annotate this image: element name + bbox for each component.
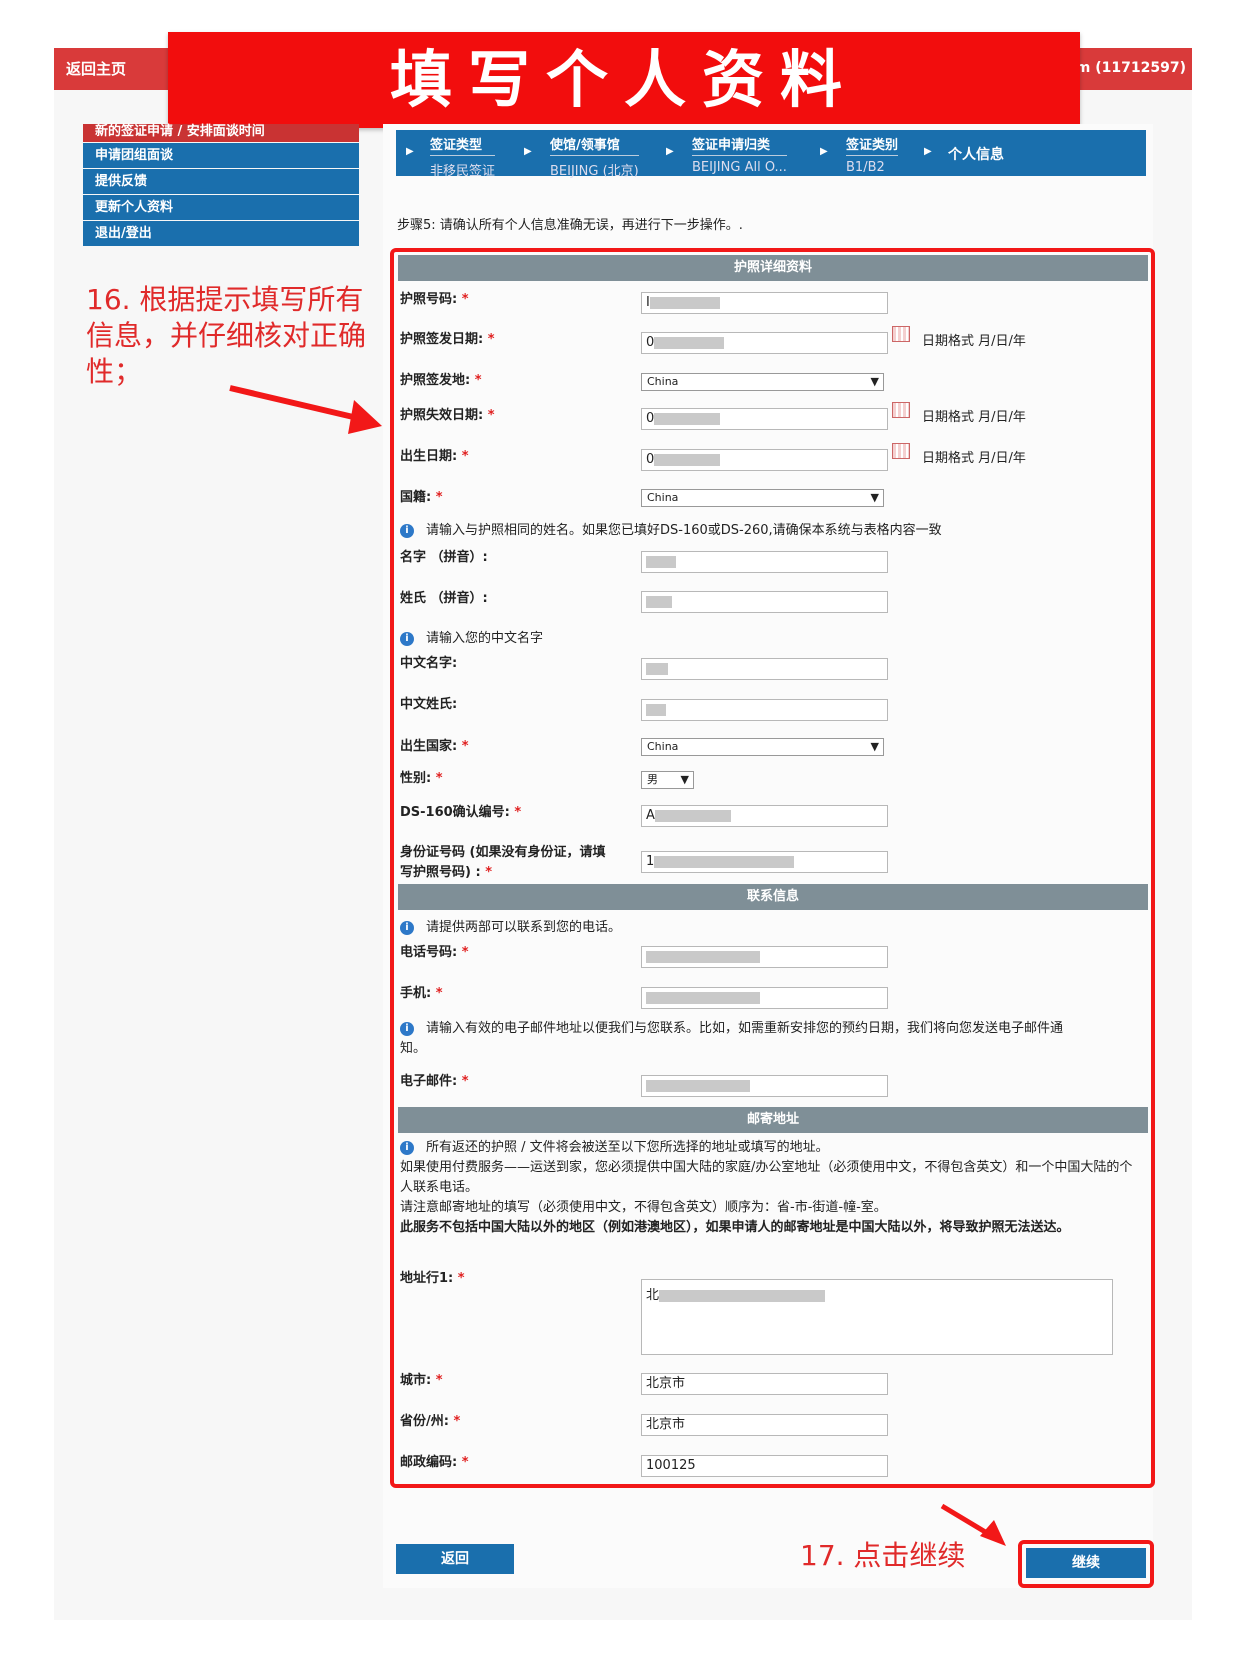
section-header-contact: 联系信息: [398, 884, 1148, 910]
nationality-label: 国籍: *: [400, 490, 443, 505]
breadcrumb-visa-class[interactable]: 签证类别 B1/B2: [846, 134, 899, 175]
passport-number-input[interactable]: I: [641, 292, 888, 314]
breadcrumb-consulate[interactable]: 使馆/领事馆 BEIJING (北京): [550, 134, 639, 179]
section-header-mailing: 邮寄地址: [398, 1107, 1148, 1133]
mailing-notes: i 所有返还的护照 / 文件将会被送至以下您所选择的地址或填写的地址。 如果使用付…: [400, 1140, 1133, 1235]
surname-label: 姓氏 （拼音）:: [400, 591, 488, 606]
section-header-passport: 护照详细资料: [398, 255, 1148, 281]
email-info: i 请输入有效的电子邮件地址以便我们与您联系。比如，如需重新安排您的预约日期，我们…: [400, 1021, 1064, 1056]
chevron-right-icon: ▶: [924, 146, 932, 157]
breadcrumb-category[interactable]: 签证申请归类 BEIJING All O...: [692, 134, 787, 175]
nav-logout[interactable]: 退出/登出: [83, 221, 359, 246]
birth-country-label: 出生国家: *: [400, 739, 469, 754]
birth-country-select[interactable]: China ▼: [641, 738, 884, 756]
id-number-label: 身份证号码 (如果没有身份证，请填 写护照号码) : *: [400, 845, 606, 880]
ds160-label: DS-160确认编号: *: [400, 805, 522, 820]
date-format-hint: 日期格式 月/日/年: [922, 334, 1026, 349]
birth-date-label: 出生日期: *: [400, 449, 469, 464]
mobile-label: 手机: *: [400, 986, 443, 1001]
info-icon: i: [400, 631, 414, 646]
city-input[interactable]: 北京市: [641, 1373, 888, 1395]
continue-button[interactable]: 继续: [1026, 1548, 1146, 1578]
info-icon: i: [400, 1021, 414, 1036]
chevron-right-icon: ▶: [666, 146, 674, 157]
province-label: 省份/州: *: [400, 1414, 461, 1429]
step-instruction: 步骤5: 请确认所有个人信息准确无误，再进行下一步操作。.: [397, 218, 743, 233]
issue-date-input[interactable]: 0: [641, 332, 888, 354]
annotation-arrow-icon: [229, 385, 382, 434]
mobile-input[interactable]: [641, 987, 888, 1009]
province-input[interactable]: 北京市: [641, 1414, 888, 1436]
nav-group-interview[interactable]: 申请团组面谈: [83, 143, 359, 168]
nationality-select[interactable]: China ▼: [641, 489, 884, 507]
chevron-down-icon: ▼: [680, 773, 689, 786]
info-icon: i: [400, 920, 414, 935]
gender-label: 性别: *: [400, 771, 443, 786]
nav-feedback[interactable]: 提供反馈: [83, 169, 359, 194]
issue-place-label: 护照签发地: *: [400, 373, 482, 388]
ds160-input[interactable]: A: [641, 805, 888, 827]
expiry-date-label: 护照失效日期: *: [400, 408, 495, 423]
email-label: 电子邮件: *: [400, 1074, 469, 1089]
city-label: 城市: *: [400, 1373, 443, 1388]
zip-input[interactable]: 100125: [641, 1455, 888, 1477]
expiry-date-input[interactable]: 0: [641, 408, 888, 430]
chinese-name-info: i 请输入您的中文名字: [400, 627, 543, 646]
chinese-given-name-input[interactable]: [641, 658, 888, 680]
phone-input[interactable]: [641, 946, 888, 968]
given-name-input[interactable]: [641, 551, 888, 573]
phone-info: i 请提供两部可以联系到您的电话。: [400, 916, 621, 935]
passport-number-label: 护照号码: *: [400, 292, 469, 307]
chevron-down-icon: ▼: [870, 491, 879, 504]
breadcrumb: ▶ 签证类型 非移民签证 ▶ 使馆/领事馆 BEIJING (北京) ▶ 签证申…: [396, 130, 1146, 179]
annotation-16: 16. 根据提示填写所有信息，并仔细核对正确性；: [86, 283, 367, 388]
phone-label: 电话号码: *: [400, 945, 469, 960]
issue-date-label: 护照签发日期: *: [400, 332, 495, 347]
breadcrumb-personal-info: 个人信息: [948, 147, 1004, 163]
home-link[interactable]: 返回主页: [66, 58, 126, 79]
given-name-label: 名字 （拼音）:: [400, 550, 488, 565]
nav-update-profile[interactable]: 更新个人资料: [83, 195, 359, 220]
date-format-hint: 日期格式 月/日/年: [922, 451, 1026, 466]
info-icon: i: [400, 1140, 414, 1155]
name-info: i 请输入与护照相同的姓名。如果您已填好DS-160或DS-260,请确保本系统与…: [400, 519, 942, 538]
chevron-right-icon: ▶: [524, 146, 532, 157]
issue-place-select[interactable]: China ▼: [641, 373, 884, 391]
calendar-icon[interactable]: [892, 443, 910, 459]
address-label: 地址行1: *: [400, 1271, 465, 1286]
date-format-hint: 日期格式 月/日/年: [922, 410, 1026, 425]
breadcrumb-visa-type[interactable]: 签证类型 非移民签证: [430, 134, 496, 179]
id-number-input[interactable]: 1: [641, 851, 888, 873]
surname-input[interactable]: [641, 591, 888, 613]
gender-select[interactable]: 男 ▼: [641, 771, 694, 789]
title-banner: 填写个人资料: [168, 32, 1080, 128]
zip-label: 邮政编码: *: [400, 1455, 469, 1470]
birth-date-input[interactable]: 0: [641, 449, 888, 471]
chevron-right-icon: ▶: [406, 146, 414, 157]
chevron-down-icon: ▼: [870, 740, 879, 753]
email-input[interactable]: [641, 1075, 888, 1097]
chinese-given-name-label: 中文名字:: [400, 656, 458, 671]
chinese-surname-input[interactable]: [641, 699, 888, 721]
back-button[interactable]: 返回: [396, 1544, 514, 1574]
nav-new-application[interactable]: 新的签证申请 / 安排面谈时间: [83, 124, 359, 142]
chinese-surname-label: 中文姓氏:: [400, 697, 458, 712]
left-nav: 新的签证申请 / 安排面谈时间 申请团组面谈 提供反馈 更新个人资料 退出/登出: [83, 124, 359, 247]
chevron-down-icon: ▼: [870, 375, 879, 388]
chevron-right-icon: ▶: [820, 146, 828, 157]
user-info: om (11712597): [1066, 60, 1186, 76]
info-icon: i: [400, 523, 414, 538]
calendar-icon[interactable]: [892, 326, 910, 342]
annotation-17: 17. 点击继续: [800, 1539, 966, 1572]
address-textarea[interactable]: 北: [641, 1279, 1113, 1355]
calendar-icon[interactable]: [892, 402, 910, 418]
